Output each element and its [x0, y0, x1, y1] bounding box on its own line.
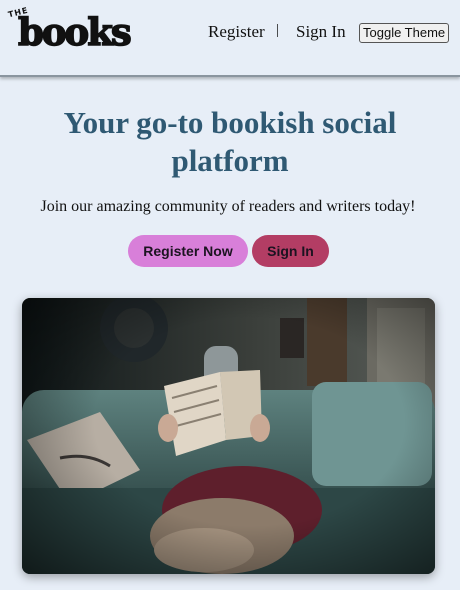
nav-separator: | [276, 22, 280, 38]
toggle-theme-button[interactable]: Toggle Theme [359, 23, 450, 43]
hero-image [22, 298, 435, 574]
hero-subtitle: Join our amazing community of readers an… [40, 198, 416, 215]
site-header: THE books Register | Sign In Toggle Them… [0, 0, 460, 77]
nav-sign-in-link[interactable]: Sign In [296, 22, 346, 42]
hero-title: Your go-to bookish social platform [63, 105, 397, 178]
site-logo[interactable]: THE books [7, 4, 132, 56]
nav-register-link[interactable]: Register [208, 22, 265, 42]
register-now-button[interactable]: Register Now [128, 235, 248, 267]
sign-in-button[interactable]: Sign In [252, 235, 329, 267]
logo-books-text: books [17, 9, 132, 55]
